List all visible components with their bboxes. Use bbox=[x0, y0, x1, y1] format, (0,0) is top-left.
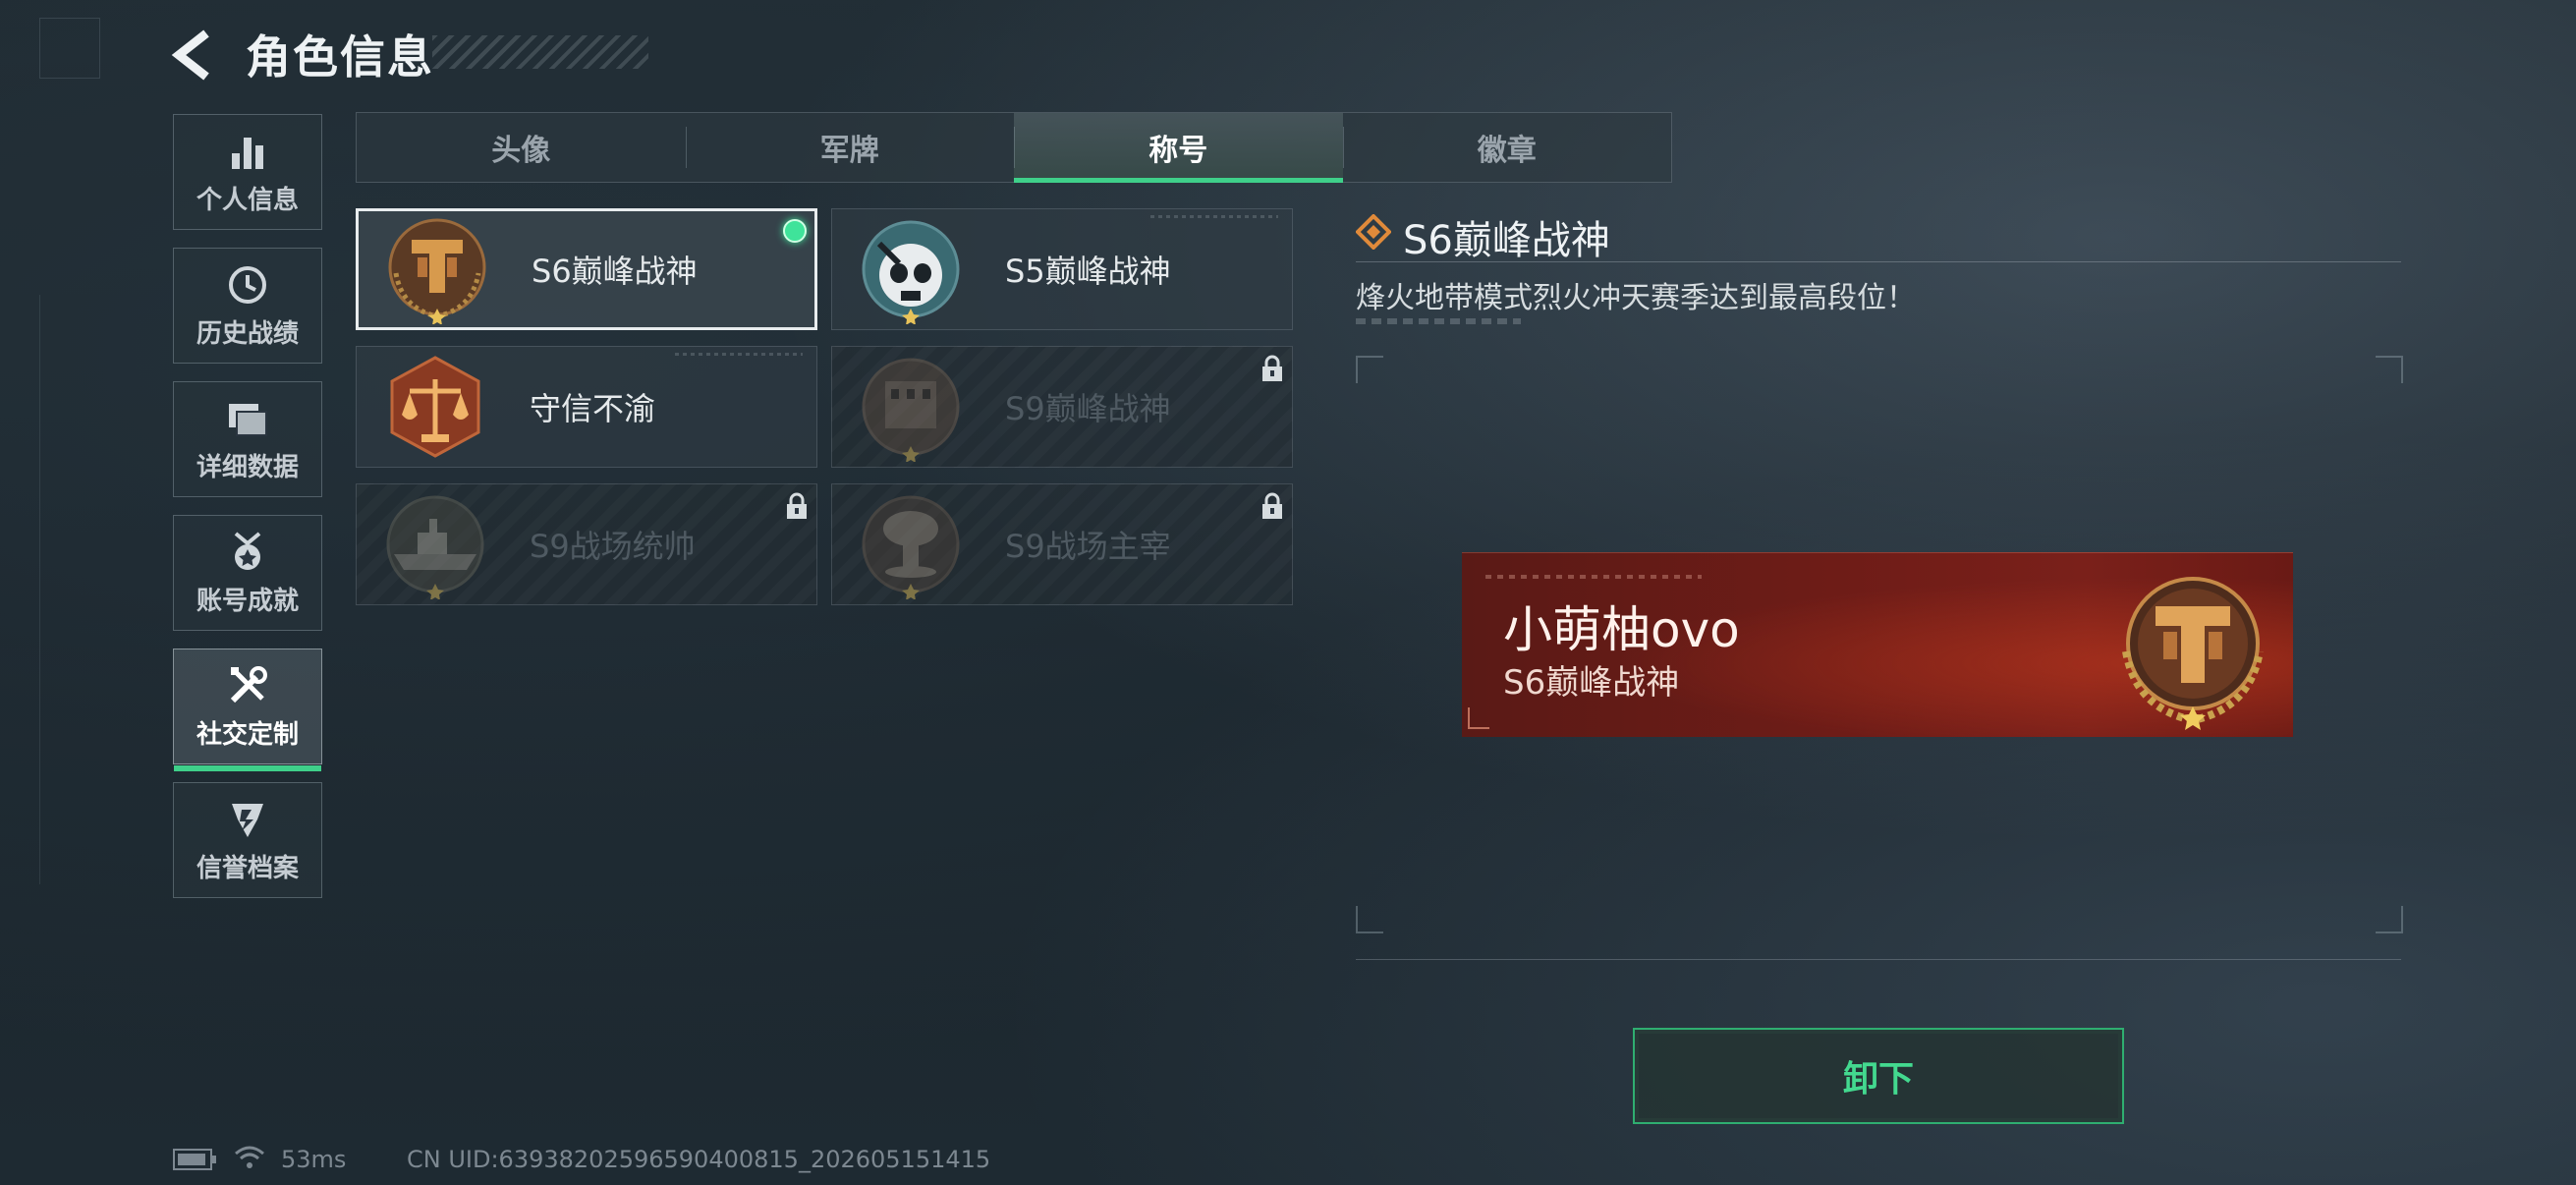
frame-line bbox=[39, 295, 40, 884]
tools-icon bbox=[225, 663, 270, 708]
tab-dogtag[interactable]: 军牌 bbox=[685, 113, 1015, 182]
frame-corner bbox=[2376, 356, 2403, 383]
player-name: 小萌柚ovo bbox=[1503, 601, 1740, 658]
sidebar-item-label: 社交定制 bbox=[196, 719, 299, 750]
divider bbox=[1356, 959, 2401, 960]
title-name: S9巅峰战神 bbox=[1005, 390, 1171, 427]
tab-badge[interactable]: 徽章 bbox=[1342, 113, 1672, 182]
banner-corner bbox=[1468, 707, 1489, 729]
sidebar-item-detailed-data[interactable]: 详细数据 bbox=[173, 381, 322, 497]
skull-diver-emblem-icon bbox=[862, 220, 960, 324]
divider bbox=[1356, 261, 2401, 262]
bronze-t-emblem-icon bbox=[388, 218, 486, 324]
back-button[interactable] bbox=[167, 28, 226, 83]
title-card[interactable]: S5巅峰战神 bbox=[831, 208, 1293, 330]
sidebar-item-achievements[interactable]: 账号成就 bbox=[173, 515, 322, 631]
title-card[interactable]: S9战场统帅 bbox=[356, 483, 817, 605]
title-name: S6巅峰战神 bbox=[532, 253, 698, 290]
detail-decoration bbox=[1356, 318, 1521, 324]
shield-icon bbox=[225, 797, 270, 842]
title-preview-banner: 小萌柚ovo S6巅峰战神 bbox=[1462, 552, 2293, 737]
tab-bar: 头像 军牌 称号 徽章 bbox=[356, 112, 1672, 183]
wifi-icon bbox=[235, 1146, 264, 1168]
building-emblem-icon bbox=[862, 358, 960, 462]
warship-emblem-icon bbox=[386, 495, 484, 599]
battery-icon bbox=[173, 1149, 216, 1170]
tab-title[interactable]: 称号 bbox=[1014, 113, 1343, 183]
diamond-icon bbox=[1356, 214, 1391, 250]
sidebar-item-label: 账号成就 bbox=[196, 586, 299, 616]
title-decoration bbox=[432, 35, 648, 69]
sidebar-item-label: 详细数据 bbox=[196, 452, 299, 482]
ping-text: 53ms bbox=[281, 1146, 347, 1173]
back-arrow-icon bbox=[171, 29, 209, 81]
preview-title: S6巅峰战神 bbox=[1503, 663, 1680, 703]
bar-chart-icon bbox=[225, 129, 270, 174]
title-card[interactable]: 守信不渝 bbox=[356, 346, 817, 468]
sidebar-item-credit[interactable]: 信誉档案 bbox=[173, 782, 322, 898]
sidebar-item-label: 个人信息 bbox=[196, 185, 299, 215]
card-decoration bbox=[1150, 215, 1278, 218]
lock-icon bbox=[1262, 492, 1282, 519]
title-name: 守信不渝 bbox=[530, 390, 656, 427]
mushroom-cloud-emblem-icon bbox=[862, 495, 960, 599]
equipped-indicator bbox=[783, 219, 807, 243]
scales-emblem-icon bbox=[390, 356, 480, 458]
folder-icon bbox=[225, 396, 270, 441]
sidebar-item-history[interactable]: 历史战绩 bbox=[173, 248, 322, 364]
corner-decoration bbox=[39, 18, 100, 79]
title-name: S9战场统帅 bbox=[530, 528, 696, 565]
detail-title: S6巅峰战神 bbox=[1403, 218, 1610, 263]
frame-corner bbox=[1356, 906, 1383, 933]
sidebar-item-social-custom[interactable]: 社交定制 bbox=[173, 649, 322, 771]
frame-corner bbox=[1356, 356, 1383, 383]
title-name: S9战场主宰 bbox=[1005, 528, 1171, 565]
title-card[interactable]: S9巅峰战神 bbox=[831, 346, 1293, 468]
medal-icon bbox=[225, 530, 270, 575]
unequip-button[interactable]: 卸下 bbox=[1633, 1028, 2124, 1124]
clock-icon bbox=[225, 262, 270, 308]
detail-description: 烽火地带模式烈火冲天赛季达到最高段位！ bbox=[1356, 281, 1916, 315]
banner-decoration bbox=[1485, 575, 1702, 579]
lock-icon bbox=[1262, 355, 1282, 381]
title-name: S5巅峰战神 bbox=[1005, 253, 1171, 290]
lock-icon bbox=[787, 492, 807, 519]
title-card[interactable]: S6巅峰战神 bbox=[356, 208, 817, 330]
card-decoration bbox=[675, 353, 803, 356]
page-title: 角色信息 bbox=[246, 30, 434, 84]
sidebar-item-label: 信誉档案 bbox=[196, 853, 299, 883]
bronze-t-emblem-icon bbox=[2122, 577, 2264, 730]
title-card[interactable]: S9战场主宰 bbox=[831, 483, 1293, 605]
tab-avatar[interactable]: 头像 bbox=[357, 113, 686, 182]
sidebar-item-personal-info[interactable]: 个人信息 bbox=[173, 114, 322, 230]
frame-corner bbox=[2376, 906, 2403, 933]
sidebar-item-label: 历史战绩 bbox=[196, 318, 299, 349]
uid-text: CN UID:6393820259659040081​5_20260515141… bbox=[407, 1146, 991, 1173]
